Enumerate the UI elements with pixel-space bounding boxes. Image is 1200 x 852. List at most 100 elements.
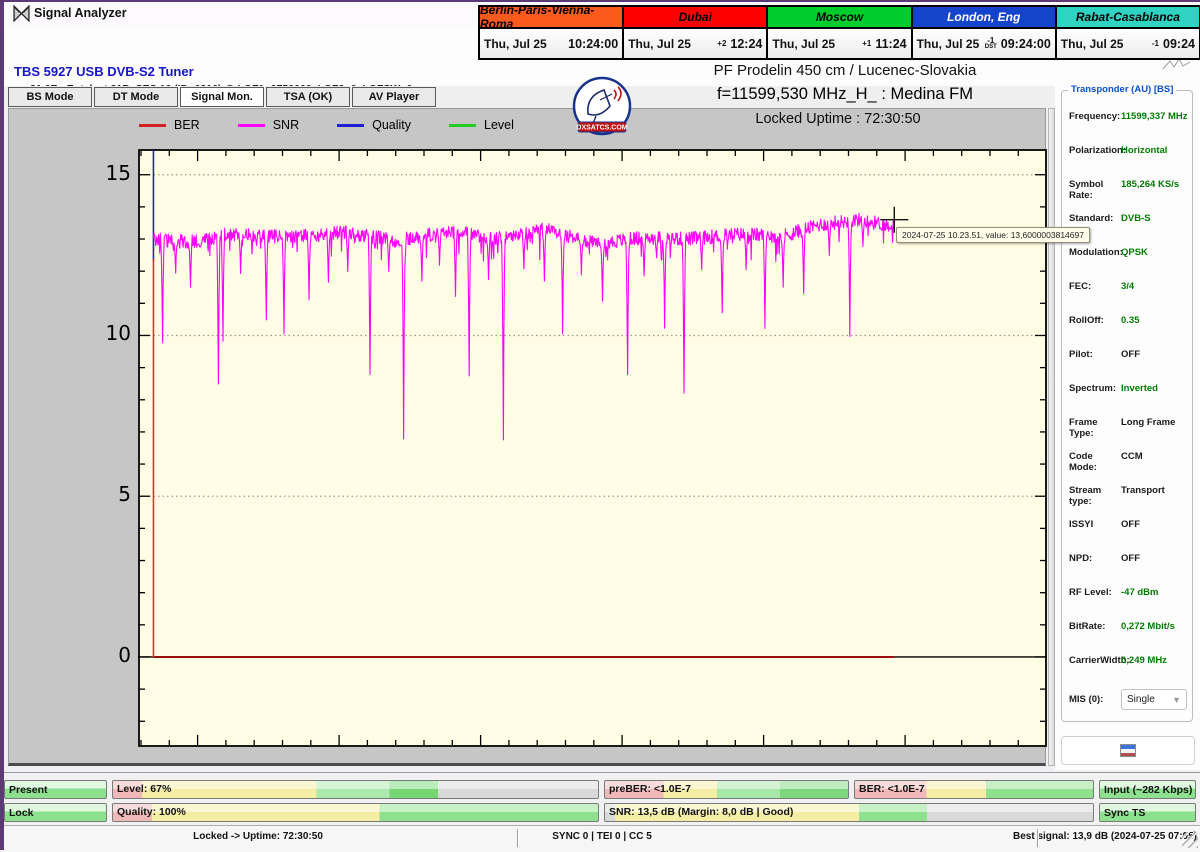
field-row-issyi: ISSYIOFF xyxy=(1069,519,1187,530)
field-value: OFF xyxy=(1121,553,1140,564)
field-value: 185,264 KS/s xyxy=(1121,179,1179,190)
legend-label: Level xyxy=(484,118,514,132)
clock-city: Moscow xyxy=(768,7,910,29)
field-label: Frequency: xyxy=(1069,111,1121,122)
stream-list-button[interactable] xyxy=(1061,736,1195,765)
field-row-code-mode-: Code Mode:CCM xyxy=(1069,451,1187,473)
lock-indicator: Lock xyxy=(4,803,107,822)
field-row-rf-level-: RF Level:-47 dBm xyxy=(1069,587,1187,598)
logo-text: DXSATCS.COM xyxy=(576,125,627,132)
field-label: BitRate: xyxy=(1069,621,1121,632)
chart-legend: BER SNR Quality Level xyxy=(139,118,514,132)
clock-date: Thu, Jul 25 xyxy=(484,37,547,51)
clock-time: 09:24 xyxy=(1163,37,1195,51)
chart-panel-splitter[interactable] xyxy=(1048,108,1055,766)
status-area: Present Level: 67% preBER: <1.0E-7 BER: … xyxy=(0,772,1200,851)
window-title: Signal Analyzer xyxy=(34,6,127,20)
window-top-border xyxy=(0,0,1200,2)
mis-row: MIS (0): Single ▼ xyxy=(1069,689,1187,710)
field-row-carrierwidth-: CarrierWidth:0,249 MHz xyxy=(1069,655,1187,666)
clock-city: Rabat-Casablanca xyxy=(1057,7,1199,29)
clock-offset: +1 xyxy=(860,41,873,47)
field-label: Standard: xyxy=(1069,213,1121,224)
legend-swatch xyxy=(139,124,166,127)
locked-uptime-label: Locked Uptime : 72:30:50 xyxy=(755,111,920,127)
snr-bar: SNR: 13,5 dB (Margin: 8,0 dB | Good) xyxy=(604,803,1094,822)
legend-swatch xyxy=(337,124,364,127)
site-title: PF Prodelin 450 cm / Lucenec-Slovakia xyxy=(714,62,977,79)
field-value: OFF xyxy=(1121,349,1140,360)
field-value: -47 dBm xyxy=(1121,587,1158,598)
clock-offset: -1DST xyxy=(983,38,999,50)
field-row-rolloff-: RollOff:0.35 xyxy=(1069,315,1187,326)
field-label: NPD: xyxy=(1069,553,1121,564)
field-label: Pilot: xyxy=(1069,349,1121,360)
field-row-npd-: NPD:OFF xyxy=(1069,553,1187,564)
legend-label: BER xyxy=(174,118,200,132)
input-indicator: Input (~282 Kbps) xyxy=(1099,780,1196,799)
carrier-title: f=11599,530 MHz_H_ : Medina FM xyxy=(717,85,973,104)
tab-bs-mode[interactable]: BS Mode xyxy=(8,87,92,107)
field-value: 11599,337 MHz xyxy=(1121,111,1188,122)
field-row-stream-type-: Stream type:Transport xyxy=(1069,485,1187,507)
clock-time: 09:24:00 xyxy=(1001,37,1051,51)
mis-value: Single xyxy=(1127,694,1155,705)
clock-time: 11:24 xyxy=(875,37,906,51)
y-axis-label-0: 0 xyxy=(91,643,131,667)
clock-city: Berlin-Paris-Vienna-Roma xyxy=(480,7,622,29)
tab-tsa-ok-[interactable]: TSA (OK) xyxy=(266,87,350,107)
tab-signal-mon-[interactable]: Signal Mon. xyxy=(180,87,264,107)
quality-bar: Quality: 100% xyxy=(112,803,599,822)
legend-item-quality: Quality xyxy=(337,118,411,132)
clock-time-row: Thu, Jul 25-1DST09:24:00 xyxy=(913,29,1055,58)
field-row-pilot-: Pilot:OFF xyxy=(1069,349,1187,360)
field-row-polarization-: Polarization:Horizontal xyxy=(1069,145,1187,156)
world-clocks: Berlin-Paris-Vienna-RomaThu, Jul 2510:24… xyxy=(478,5,1200,60)
dxsatcs-logo: DXSATCS.COM xyxy=(572,76,632,136)
field-label: Spectrum: xyxy=(1069,383,1121,394)
chevron-down-icon: ▼ xyxy=(1172,695,1181,705)
field-value: Transport xyxy=(1121,485,1165,496)
tuner-title: TBS 5927 USB DVB-S2 Tuner xyxy=(14,64,194,79)
field-row-bitrate-: BitRate:0,272 Mbit/s xyxy=(1069,621,1187,632)
preber-bar: preBER: <1.0E-7 xyxy=(604,780,849,799)
sync-ts-indicator: Sync TS xyxy=(1099,803,1196,822)
clock-city: London, Eng xyxy=(913,7,1055,29)
clock-time-row: Thu, Jul 2510:24:00 xyxy=(480,29,622,58)
statusbar-separator xyxy=(1037,829,1038,847)
field-row-frame-type-: Frame Type:Long Frame xyxy=(1069,417,1187,439)
ber-bar: BER: <1.0E-7 xyxy=(854,780,1094,799)
transponder-title: Transponder (AU) [BS] xyxy=(1068,84,1176,95)
field-label: Stream type: xyxy=(1069,485,1121,507)
statusbar-separator xyxy=(517,829,518,847)
field-value: 0,249 MHz xyxy=(1121,655,1167,666)
statusbar-sync: SYNC 0 | TEI 0 | CC 5 xyxy=(552,831,652,842)
clock-2: MoscowThu, Jul 25+111:24 xyxy=(768,7,910,58)
statusbar-uptime: Locked -> Uptime: 72:30:50 xyxy=(193,831,323,842)
transponder-panel: Transponder (AU) [BS] MIS (0): Single ▼ … xyxy=(1055,86,1200,770)
tab-av-player[interactable]: AV Player xyxy=(352,87,436,107)
legend-item-snr: SNR xyxy=(238,118,299,132)
present-indicator: Present xyxy=(4,780,107,799)
signal-chart[interactable]: BER SNR Quality Level Locked Uptime : 72:30… xyxy=(8,108,1046,766)
field-row-modulation-: Modulation:QPSK xyxy=(1069,247,1187,258)
y-axis-label-10: 10 xyxy=(91,321,131,345)
field-label: Polarization: xyxy=(1069,145,1121,156)
legend-label: SNR xyxy=(273,118,299,132)
tab-dt-mode[interactable]: DT Mode xyxy=(94,87,178,107)
level-bar: Level: 67% xyxy=(112,780,599,799)
field-value: Inverted xyxy=(1121,383,1158,394)
clock-city: Dubai xyxy=(624,7,766,29)
legend-item-level: Level xyxy=(449,118,514,132)
field-label: ISSYI xyxy=(1069,519,1121,530)
field-value: QPSK xyxy=(1121,247,1148,258)
field-row-spectrum-: Spectrum:Inverted xyxy=(1069,383,1187,394)
field-row-symbol-rate-: Symbol Rate:185,264 KS/s xyxy=(1069,179,1187,201)
cursor-tooltip: 2024-07-25 10.23.51, value: 13,600000381… xyxy=(896,227,1090,243)
clock-0: Berlin-Paris-Vienna-RomaThu, Jul 2510:24… xyxy=(480,7,622,58)
transponder-groupbox: Transponder (AU) [BS] MIS (0): Single ▼ … xyxy=(1061,90,1193,722)
clock-date: Thu, Jul 25 xyxy=(917,37,980,51)
resize-grip[interactable] xyxy=(1182,832,1198,848)
mis-select[interactable]: Single ▼ xyxy=(1121,689,1187,710)
window-left-border xyxy=(0,0,4,850)
